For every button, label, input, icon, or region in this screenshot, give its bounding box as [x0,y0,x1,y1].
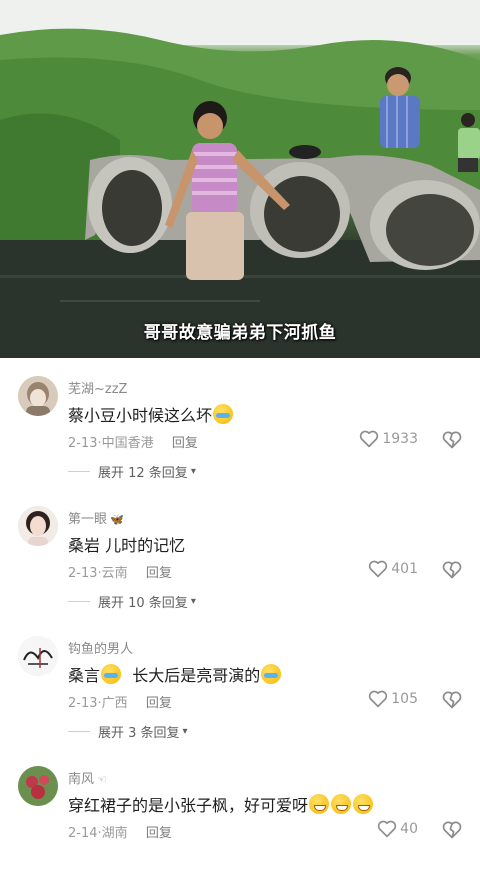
grinning-face-emoji-icon [331,794,352,814]
like-count: 401 [391,561,418,577]
comment-text: 桑岩 儿时的记忆 [68,532,185,556]
username-text: 第一眼 [68,512,108,527]
expand-replies-label: 展开 10 条回复 [98,596,188,611]
like-count: 40 [400,821,418,837]
username-text: 钩鱼的男人 [68,642,134,657]
heart-outline-icon [369,690,388,708]
heart-outline-icon [378,820,397,838]
reply-button[interactable]: 回复 [146,696,172,711]
comment-text: 穿红裙子的是小张子枫，好可爱呀 [68,792,374,816]
comment-meta: 2-14·湖南 回复 [68,822,172,841]
dislike-button[interactable] [442,690,462,710]
divider-line [68,601,90,602]
chevron-down-icon: ▾ [182,726,188,737]
dislike-button[interactable] [442,430,462,450]
divider-line [68,731,90,732]
comment-location: 中国香港 [101,436,154,451]
expand-replies-button[interactable]: 展开 12 条回复 ▾ [68,462,196,481]
avatar-image [18,636,58,676]
comment-text-part: 桑岩 儿时的记忆 [68,536,186,555]
comment-username[interactable]: 第一眼 🦋 [68,508,124,527]
comment-text-part: 长大后是亮哥演的 [132,666,261,685]
video-player[interactable]: 哥哥故意骗弟弟下河抓鱼 [0,0,480,358]
heart-outline-icon [369,560,388,578]
comment-username[interactable]: 南风 ☜ [68,768,107,787]
comment-text-part: 蔡小豆小时候这么坏 [68,406,213,425]
comment-date: 2-13 [68,566,98,581]
reply-button[interactable]: 回复 [146,826,172,841]
crying-face-emoji-icon [101,664,122,684]
comment-text: 蔡小豆小时候这么坏 [68,402,234,426]
like-button[interactable]: 105 [368,690,418,708]
like-button[interactable]: 1933 [359,430,418,448]
comment-date: 2-13 [68,436,98,451]
chevron-down-icon: ▾ [190,596,196,607]
like-button[interactable]: 401 [368,560,418,578]
divider-line [68,471,90,472]
comment-item: 芜湖~zzZ 蔡小豆小时候这么坏 2-13·中国香港 回复 1933 展开 12… [0,358,480,488]
comment-meta: 2-13·云南 回复 [68,562,172,581]
expand-replies-label: 展开 3 条回复 [98,726,180,741]
broken-heart-icon [442,691,462,709]
comment-username[interactable]: 芜湖~zzZ [68,378,127,397]
comment-item: 第一眼 🦋 桑岩 儿时的记忆 2-13·云南 回复 401 展开 10 条回复 ▾ [0,488,480,618]
comment-location: 云南 [101,566,128,581]
crying-face-emoji-icon [213,404,234,424]
comment-location: 湖南 [101,826,128,841]
avatar-image [18,766,58,806]
comment-username[interactable]: 钩鱼的男人 [68,638,133,657]
comment-location: 广西 [101,696,128,711]
comment-text-part: 穿红裙子的是小张子枫，好可爱呀 [68,796,309,815]
comment-item: 南风 ☜ 穿红裙子的是小张子枫，好可爱呀 2-14·湖南 回复 40 [0,748,480,878]
like-button[interactable]: 40 [377,820,418,838]
avatar[interactable] [18,506,58,546]
crying-face-emoji-icon [261,664,282,684]
broken-heart-icon [442,431,462,449]
grinning-face-emoji-icon [309,794,330,814]
butterfly-icon: 🦋 [110,513,124,526]
expand-replies-button[interactable]: 展开 10 条回复 ▾ [68,592,196,611]
like-count: 1933 [382,431,418,447]
expand-replies-button[interactable]: 展开 3 条回复 ▾ [68,722,188,741]
chevron-down-icon: ▾ [190,466,196,477]
dislike-button[interactable] [442,820,462,840]
username-text: 芜湖~zzZ [68,382,128,397]
video-caption: 哥哥故意骗弟弟下河抓鱼 [143,323,337,343]
dislike-button[interactable] [442,560,462,580]
reply-button[interactable]: 回复 [172,436,198,451]
broken-heart-icon [442,561,462,579]
pointing-hand-icon: ☜ [97,773,107,786]
comment-text-part: 桑言 [68,666,101,685]
comment-date: 2-14 [68,826,98,841]
reply-button[interactable]: 回复 [146,566,172,581]
grinning-face-emoji-icon [353,794,374,814]
avatar[interactable] [18,376,58,416]
avatar-image [18,376,58,416]
broken-heart-icon [442,821,462,839]
comment-meta: 2-13·中国香港 回复 [68,432,198,451]
expand-replies-label: 展开 12 条回复 [98,466,188,481]
comment-meta: 2-13·广西 回复 [68,692,172,711]
comment-text: 桑言 长大后是亮哥演的 [68,662,282,686]
heart-outline-icon [360,430,379,448]
comment-date: 2-13 [68,696,98,711]
video-frame-illustration [0,0,480,358]
like-count: 105 [391,691,418,707]
avatar-image [18,506,58,546]
avatar[interactable] [18,766,58,806]
comment-item: 钩鱼的男人 桑言 长大后是亮哥演的 2-13·广西 回复 105 展开 3 条回… [0,618,480,748]
username-text: 南风 [68,772,95,787]
avatar[interactable] [18,636,58,676]
